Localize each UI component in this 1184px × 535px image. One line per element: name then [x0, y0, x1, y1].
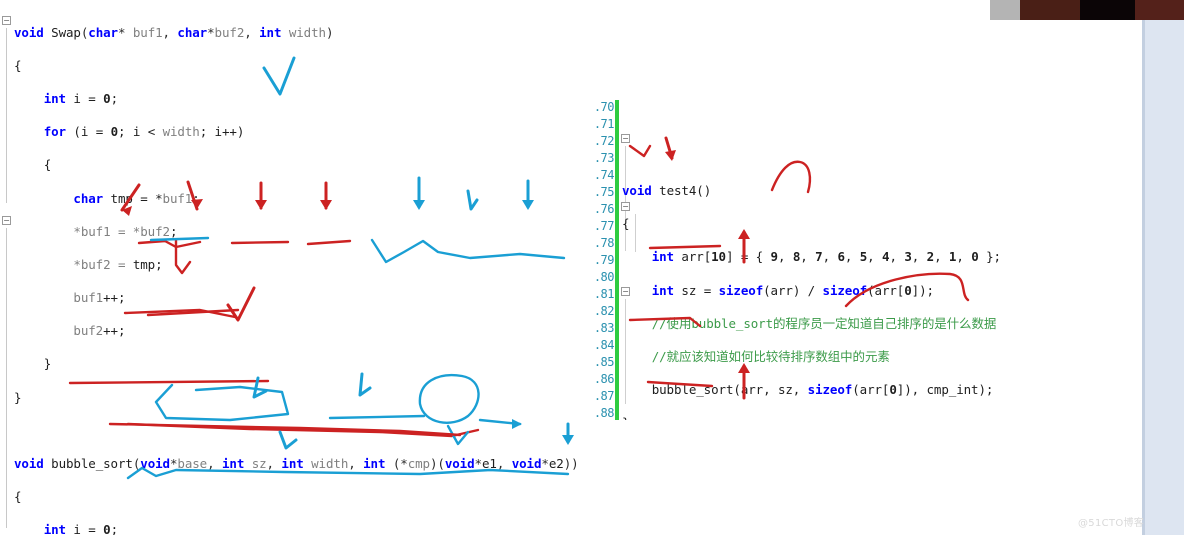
- code-line: int i = 0;: [43, 522, 118, 535]
- panel-edge: [1142, 20, 1145, 535]
- code-line: for (i = 0; i < width; i++): [43, 124, 245, 140]
- code-line: //就应该知道如何比较待排序数组中的元素: [651, 348, 890, 364]
- code-line: buf1++;: [73, 290, 126, 306]
- code-line: bubble_sort(arr, sz, sizeof(arr[0]), cmp…: [651, 382, 994, 398]
- code-line: int i = 0;: [43, 90, 118, 106]
- code-line: void test4(): [622, 182, 712, 198]
- strip-segment-brown-2: [1135, 0, 1184, 20]
- code-line: }: [622, 415, 1142, 420]
- code-line: {: [43, 157, 52, 173]
- code-line: buf2++;: [73, 323, 126, 339]
- strip-segment-black: [1080, 0, 1135, 20]
- code-line: void bubble_sort(void*base, int sz, int …: [14, 456, 579, 472]
- code-line: char tmp = *buf1;: [73, 190, 200, 206]
- watermark-label: @51CTO博客: [1078, 518, 1145, 529]
- code-line: }: [14, 389, 22, 405]
- editor-pane-left[interactable]: − − void Swap(char* buf1, char*buf2, int…: [0, 8, 600, 535]
- code-line: {: [14, 489, 22, 505]
- code-line: int sz = sizeof(arr) / sizeof(arr[0]);: [651, 282, 934, 298]
- strip-segment-gray: [990, 0, 1020, 20]
- screenshot-root: − − void Swap(char* buf1, char*buf2, int…: [0, 0, 1184, 535]
- code-line: *buf1 = *buf2;: [73, 223, 178, 239]
- editor-pane-right[interactable]: .70 .71 .72 .73 .74 .75 .76 .77 .78 .79 …: [588, 100, 1142, 420]
- code-line: {: [14, 57, 22, 73]
- code-line: }: [43, 356, 52, 372]
- background-window-strip: [990, 0, 1184, 20]
- adjacent-panel: [1142, 20, 1184, 535]
- code-line: *buf2 = tmp;: [73, 256, 163, 272]
- strip-segment-brown: [1020, 0, 1080, 20]
- code-line: void Swap(char* buf1, char*buf2, int wid…: [14, 24, 334, 40]
- code-text-left[interactable]: void Swap(char* buf1, char*buf2, int wid…: [0, 8, 600, 535]
- code-line: {: [622, 216, 630, 232]
- code-line: int arr[10] = { 9, 8, 7, 6, 5, 4, 3, 2, …: [651, 249, 1001, 265]
- code-text-right[interactable]: void test4() { int arr[10] = { 9, 8, 7, …: [588, 100, 1142, 420]
- code-line: //使用bubble_sort的程序员一定知道自己排序的是什么数据: [651, 315, 997, 331]
